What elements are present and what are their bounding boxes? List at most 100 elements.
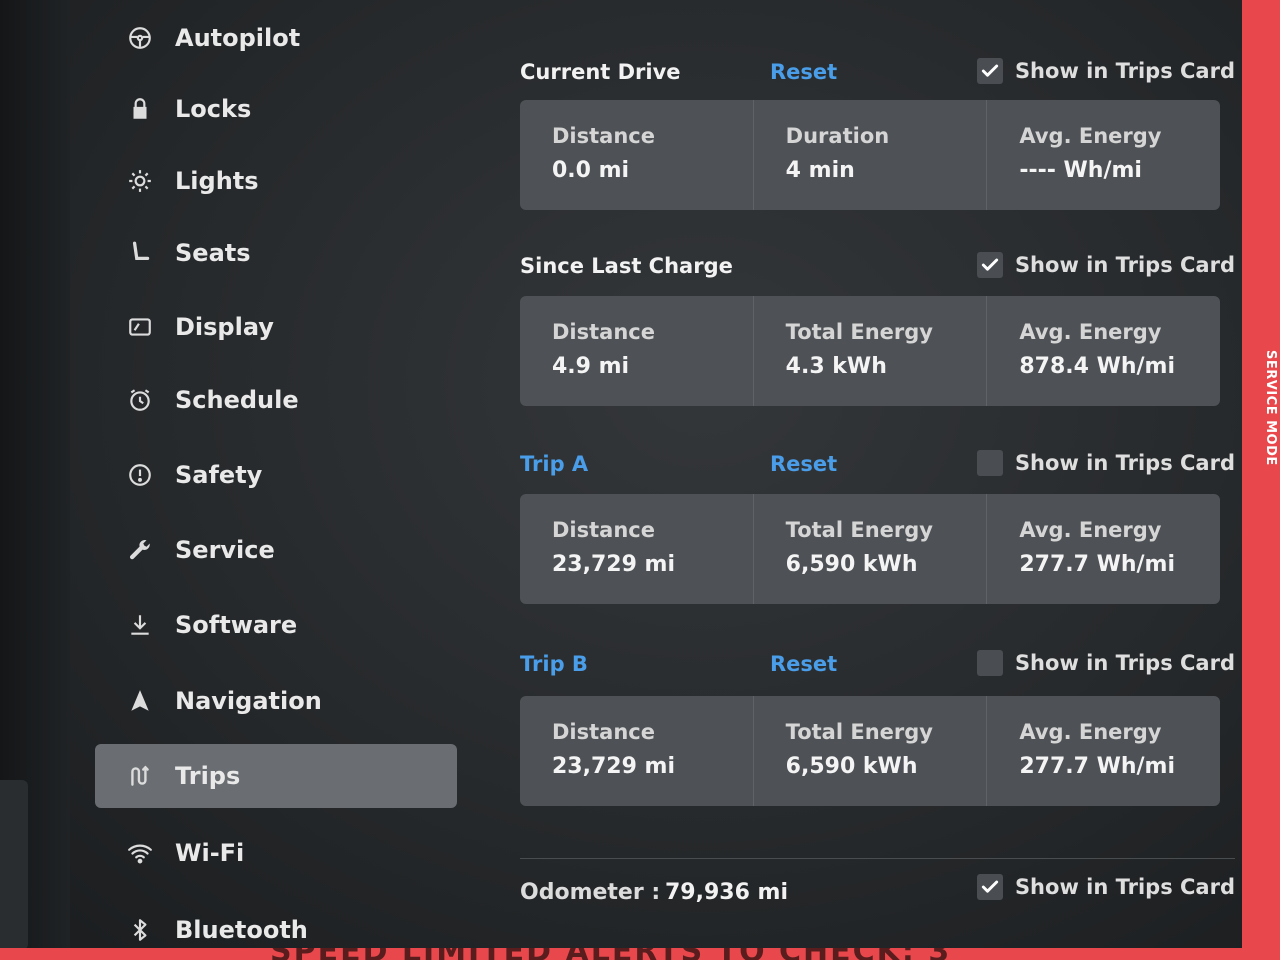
checkmark-icon	[981, 880, 999, 893]
sidebar-item-autopilot[interactable]: Autopilot	[95, 6, 457, 70]
stat-distance: Distance 23,729 mi	[520, 696, 754, 806]
current-drive-stats: Distance 0.0 mi Duration 4 min Avg. Ener…	[520, 100, 1220, 210]
sidebar-item-label: Seats	[175, 239, 251, 267]
stat-label: Duration	[785, 124, 890, 148]
show-in-trips-label: Show in Trips Card	[1014, 253, 1235, 277]
checkmark-icon	[981, 64, 999, 77]
sidebar-item-wifi[interactable]: Wi-Fi	[95, 821, 457, 885]
current-drive-show-toggle[interactable]: Show in Trips Card	[976, 58, 1235, 84]
sidebar-item-label: Lights	[175, 167, 259, 195]
stat-label: Distance	[552, 518, 655, 542]
stat-label: Total Energy	[785, 720, 933, 744]
alarm-clock-icon	[125, 385, 155, 415]
alert-text: SPEED LIMITED ALERTS TO CHECK: 3	[270, 948, 951, 960]
lock-icon	[125, 94, 155, 124]
trip-a-show-toggle[interactable]: Show in Trips Card	[976, 450, 1235, 476]
stat-distance: Distance 23,729 mi	[520, 494, 754, 604]
display-icon	[125, 312, 155, 342]
wrench-icon	[125, 535, 155, 565]
sidebar-item-service[interactable]: Service	[95, 518, 457, 582]
show-in-trips-label: Show in Trips Card	[1014, 875, 1235, 899]
stat-value: 277.7 Wh/mi	[1019, 552, 1176, 577]
odometer-value: 79,936 mi	[665, 880, 789, 905]
stat-label: Distance	[552, 720, 655, 744]
stat-total-energy: Total Energy 6,590 kWh	[754, 494, 988, 604]
sidebar-item-label: Trips	[175, 762, 241, 790]
stat-label: Distance	[552, 320, 655, 344]
checkbox[interactable]	[976, 252, 1003, 278]
odometer-label: Odometer :	[520, 880, 661, 905]
alert-banner[interactable]: SPEED LIMITED ALERTS TO CHECK: 3	[0, 948, 1280, 960]
sidebar-item-label: Locks	[175, 95, 252, 123]
stat-value: 6,590 kWh	[785, 754, 918, 779]
trip-b-title[interactable]: Trip B	[520, 652, 588, 676]
trip-b-show-toggle[interactable]: Show in Trips Card	[976, 650, 1235, 676]
odometer-show-toggle[interactable]: Show in Trips Card	[976, 874, 1235, 900]
sidebar-item-display[interactable]: Display	[95, 295, 457, 359]
current-drive-title: Current Drive	[520, 60, 681, 84]
checkbox[interactable]	[976, 874, 1003, 900]
odometer-row: Odometer : 79,936 mi Show in Trips Card	[520, 870, 1235, 910]
show-in-trips-label: Show in Trips Card	[1014, 651, 1235, 675]
seat-icon	[125, 238, 155, 268]
trip-a-reset-button[interactable]: Reset	[770, 452, 837, 476]
trip-b-reset-button[interactable]: Reset	[770, 652, 837, 676]
trip-a-title[interactable]: Trip A	[520, 452, 588, 476]
stat-total-energy: Total Energy 4.3 kWh	[754, 296, 988, 406]
stat-avg-energy: Avg. Energy ---- Wh/mi	[987, 100, 1220, 210]
sidebar-item-trips[interactable]: Trips	[95, 744, 457, 808]
stat-total-energy: Total Energy 6,590 kWh	[754, 696, 988, 806]
current-drive-header: Current Drive Reset Show in Trips Card	[520, 56, 1235, 92]
checkmark-icon	[981, 258, 999, 271]
sidebar-item-navigation[interactable]: Navigation	[95, 669, 457, 733]
stat-label: Distance	[552, 124, 655, 148]
stat-label: Total Energy	[785, 518, 933, 542]
checkbox[interactable]	[976, 650, 1003, 676]
stat-duration: Duration 4 min	[754, 100, 988, 210]
trips-icon	[125, 761, 155, 791]
sidebar-item-label: Navigation	[175, 687, 322, 715]
sidebar-item-label: Bluetooth	[175, 916, 308, 944]
alert-circle-icon	[125, 460, 155, 490]
stat-value: 4 min	[785, 158, 855, 183]
trip-a-stats: Distance 23,729 mi Total Energy 6,590 kW…	[520, 494, 1220, 604]
stat-value: 4.3 kWh	[785, 354, 887, 379]
stat-value: ---- Wh/mi	[1019, 158, 1142, 183]
trips-panel: Current Drive Reset Show in Trips Card D…	[520, 0, 1235, 950]
sidebar-item-label: Software	[175, 611, 298, 639]
since-last-charge-title: Since Last Charge	[520, 254, 733, 278]
sidebar-item-label: Wi-Fi	[175, 839, 245, 867]
sidebar-item-lights[interactable]: Lights	[95, 149, 457, 213]
sidebar-item-safety[interactable]: Safety	[95, 443, 457, 507]
steering-wheel-icon	[125, 23, 155, 53]
sidebar-item-label: Service	[175, 536, 275, 564]
sidebar-item-locks[interactable]: Locks	[95, 77, 457, 141]
service-mode-label: SERVICE MODE	[1263, 350, 1278, 466]
sun-icon	[125, 166, 155, 196]
since-last-charge-stats: Distance 4.9 mi Total Energy 4.3 kWh Avg…	[520, 296, 1220, 406]
stat-value: 878.4 Wh/mi	[1019, 354, 1176, 379]
stat-value: 4.9 mi	[552, 354, 630, 379]
stat-avg-energy: Avg. Energy 277.7 Wh/mi	[987, 696, 1220, 806]
screen: Autopilot Locks Lights Seats Display Sch…	[0, 0, 1280, 960]
left-panel-tab[interactable]	[0, 780, 28, 950]
sidebar-item-label: Autopilot	[175, 24, 301, 52]
sidebar-item-schedule[interactable]: Schedule	[95, 368, 457, 432]
checkbox[interactable]	[976, 450, 1003, 476]
sidebar-item-label: Safety	[175, 461, 263, 489]
since-last-charge-show-toggle[interactable]: Show in Trips Card	[976, 252, 1235, 278]
trip-b-stats: Distance 23,729 mi Total Energy 6,590 kW…	[520, 696, 1220, 806]
current-drive-reset-button[interactable]: Reset	[770, 60, 837, 84]
sidebar-item-software[interactable]: Software	[95, 593, 457, 657]
stat-avg-energy: Avg. Energy 878.4 Wh/mi	[987, 296, 1220, 406]
stat-value: 6,590 kWh	[785, 552, 918, 577]
wifi-icon	[125, 838, 155, 868]
stat-label: Avg. Energy	[1019, 720, 1162, 744]
sidebar-item-seats[interactable]: Seats	[95, 221, 457, 285]
stat-value: 277.7 Wh/mi	[1019, 754, 1176, 779]
stat-value: 23,729 mi	[552, 754, 676, 779]
stat-label: Avg. Energy	[1019, 124, 1162, 148]
stat-avg-energy: Avg. Energy 277.7 Wh/mi	[987, 494, 1220, 604]
checkbox[interactable]	[976, 58, 1003, 84]
stat-label: Avg. Energy	[1019, 518, 1162, 542]
